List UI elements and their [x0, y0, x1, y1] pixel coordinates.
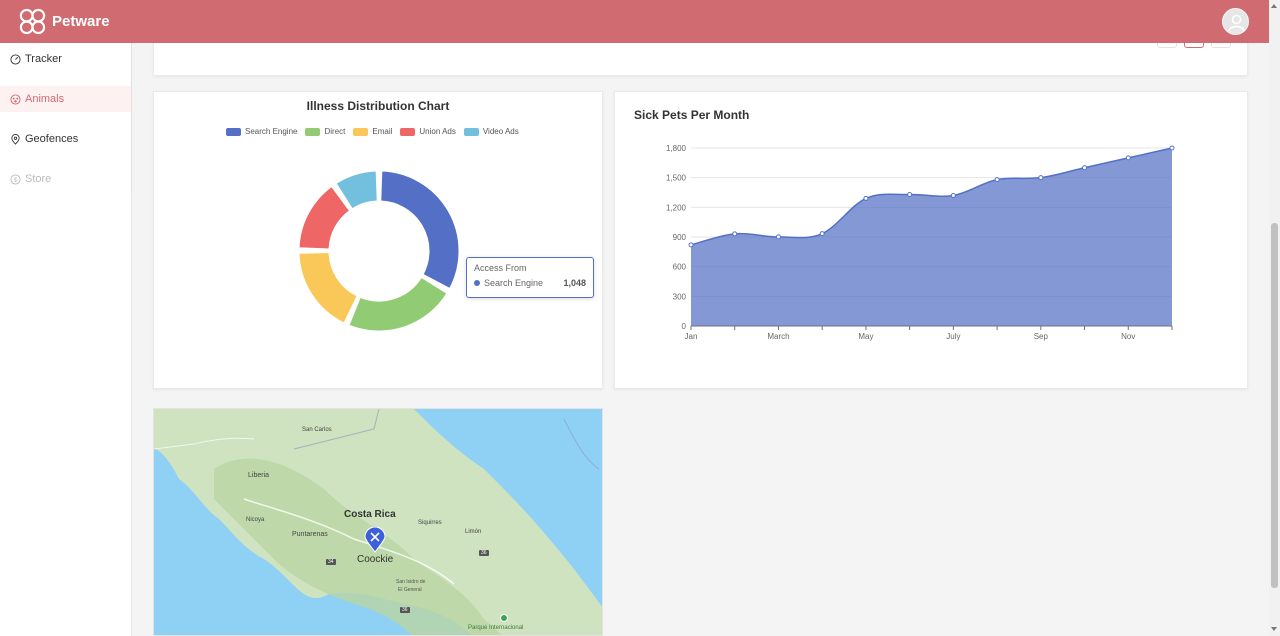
route-shield: 36	[400, 607, 410, 613]
data-point[interactable]	[1169, 145, 1175, 151]
tooltip-series-name: Search Engine	[484, 278, 544, 288]
sidebar-item-label: Store	[25, 173, 52, 185]
route-shield: 36	[479, 550, 489, 556]
donut-slice[interactable]	[348, 276, 448, 332]
data-point[interactable]	[1082, 165, 1088, 171]
park-marker-icon	[500, 614, 508, 622]
x-tick-label: Jan	[685, 332, 698, 341]
sidebar-divider	[131, 43, 132, 193]
data-point[interactable]	[688, 242, 694, 248]
y-tick-label: 1,500	[666, 174, 687, 183]
sidebar-item-store[interactable]: $ Store	[0, 166, 131, 192]
y-tick-label: 1,800	[666, 144, 687, 153]
map-pin-icon	[11, 133, 20, 145]
area-fill	[691, 148, 1172, 326]
petware-logo[interactable]	[18, 7, 47, 36]
page-scrollbar[interactable]	[1269, 0, 1280, 636]
data-point[interactable]	[1125, 155, 1131, 161]
y-tick-label: 900	[673, 233, 687, 242]
data-point[interactable]	[1038, 175, 1044, 181]
user-avatar[interactable]	[1222, 8, 1249, 35]
route-shield: 34	[326, 559, 336, 565]
map-place-label: Parque Internacional	[468, 625, 524, 631]
gauge-icon	[10, 53, 21, 65]
sidebar-item-label: Animals	[25, 93, 65, 105]
sidebar-item-animals[interactable]: Animals	[0, 86, 131, 112]
donut-slice[interactable]	[380, 170, 460, 289]
map-place-label: Nicoya	[246, 517, 265, 523]
brand-name: Petware	[52, 13, 110, 30]
map-place-label: El General	[398, 587, 422, 593]
x-tick-label: Sep	[1034, 332, 1049, 341]
sidebar-item-label: Geofences	[25, 133, 79, 145]
map-canvas	[154, 409, 602, 635]
y-tick-label: 1,200	[666, 203, 687, 212]
x-tick-label: March	[767, 332, 789, 341]
data-point[interactable]	[907, 191, 913, 197]
sidebar-item-tracker[interactable]: Tracker	[0, 46, 131, 72]
location-pin-icon[interactable]	[364, 527, 386, 553]
map-place-label: Siquirres	[418, 520, 442, 526]
sidebar-item-geofences[interactable]: Geofences	[0, 126, 131, 152]
tooltip-header: Access From	[474, 263, 527, 273]
map-place-label: Liberia	[248, 472, 270, 479]
pin-label: Coockie	[357, 554, 394, 565]
y-tick-label: 300	[673, 292, 687, 301]
area-chart[interactable]: 0 300 600 900 1,200 1,500 1,800 Jan March May July…	[615, 92, 1247, 388]
dollar-icon: $	[10, 173, 21, 185]
map-place-label: Limón	[465, 529, 482, 535]
scroll-down-arrow[interactable]	[1271, 627, 1277, 631]
donut-slice[interactable]	[298, 251, 358, 324]
location-map[interactable]: San Carlos Liberia Nicoya Puntarenas Cos…	[153, 408, 603, 636]
y-tick-label: 600	[673, 263, 687, 272]
top-navbar: Petware	[0, 0, 1269, 43]
scrollbar-thumb[interactable]	[1271, 223, 1278, 588]
donut-chart[interactable]	[154, 92, 602, 388]
tooltip-value: 1,048	[563, 278, 586, 288]
y-tick-label: 0	[682, 322, 687, 331]
data-point[interactable]	[950, 192, 956, 198]
x-tick-label: May	[858, 332, 873, 341]
data-point[interactable]	[819, 231, 825, 237]
map-place-label: San Isidro de	[396, 579, 426, 585]
illness-distribution-card: Illness Distribution Chart Search Engine…	[153, 91, 603, 389]
donut-slice[interactable]	[298, 186, 350, 250]
sick-pets-card: Sick Pets Per Month 0 300 600 900 1,200 1,500…	[614, 91, 1248, 389]
map-country-label: Costa Rica	[344, 509, 396, 520]
paw-icon	[10, 93, 21, 105]
svg-text:$: $	[14, 176, 18, 183]
user-icon	[1228, 14, 1245, 32]
sidebar: Tracker Animals Geofences $ Store	[0, 43, 132, 636]
scroll-up-arrow[interactable]	[1271, 4, 1277, 8]
tooltip-series-dot	[474, 280, 480, 286]
data-point[interactable]	[994, 177, 1000, 183]
data-point[interactable]	[775, 234, 781, 240]
map-place-label: San Carlos	[302, 427, 332, 433]
data-point[interactable]	[732, 231, 738, 237]
x-tick-label: July	[946, 332, 960, 341]
data-point[interactable]	[863, 195, 869, 201]
sidebar-item-label: Tracker	[25, 53, 62, 65]
chart-tooltip: Access From Search Engine 1,048	[466, 257, 594, 298]
x-tick-label: Nov	[1121, 332, 1135, 341]
map-place-label: Puntarenas	[292, 531, 328, 538]
